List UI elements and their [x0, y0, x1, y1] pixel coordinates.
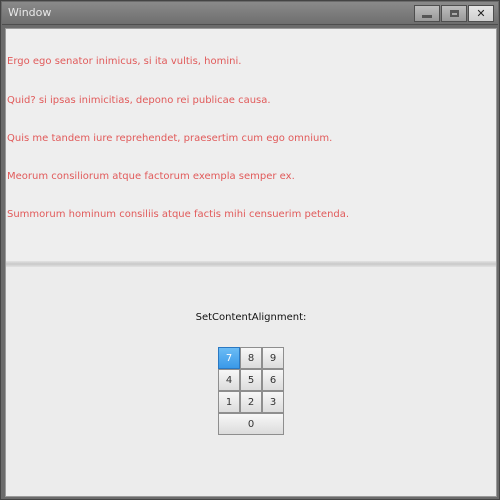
align-key-2[interactable]: 2 — [240, 391, 262, 413]
text-line: Quis me tandem iure reprehendet, praeser… — [7, 132, 333, 144]
text-line: Ergo ego senator inimicus, si ita vultis… — [7, 56, 242, 68]
alignment-pane: SetContentAlignment: 7 8 9 4 5 6 1 2 3 0 — [6, 267, 496, 496]
window-title: Window — [8, 6, 52, 19]
text-line: Meorum consiliorum atque factorum exempl… — [7, 170, 295, 182]
align-key-5[interactable]: 5 — [240, 369, 262, 391]
align-key-0[interactable]: 0 — [218, 413, 284, 435]
text-pane: Ergo ego senator inimicus, si ita vultis… — [6, 29, 496, 261]
text-line: Quid? si ipsas inimicitias, depono rei p… — [7, 94, 271, 106]
align-key-8[interactable]: 8 — [240, 347, 262, 369]
window-controls: ✕ — [413, 5, 494, 22]
text-lines: Ergo ego senator inimicus, si ita vultis… — [7, 31, 349, 247]
client-area: Ergo ego senator inimicus, si ita vultis… — [5, 28, 497, 497]
align-key-4[interactable]: 4 — [218, 369, 240, 391]
align-key-7[interactable]: 7 — [218, 347, 240, 369]
title-bar[interactable]: Window ✕ — [2, 2, 498, 25]
text-line: Summorum hominum consiliis atque factis … — [7, 208, 350, 220]
maximize-icon — [449, 10, 459, 17]
alignment-label: SetContentAlignment: — [195, 312, 307, 323]
align-key-3[interactable]: 3 — [262, 391, 284, 413]
align-key-6[interactable]: 6 — [262, 369, 284, 391]
close-button[interactable]: ✕ — [468, 5, 494, 22]
maximize-button[interactable] — [441, 5, 467, 22]
close-icon: ✕ — [476, 7, 486, 20]
align-key-1[interactable]: 1 — [218, 391, 240, 413]
app-window: Window ✕ Ergo ego senator inimicus, si i… — [0, 0, 500, 500]
align-key-9[interactable]: 9 — [262, 347, 284, 369]
minimize-icon — [422, 14, 432, 18]
minimize-button[interactable] — [414, 5, 440, 22]
